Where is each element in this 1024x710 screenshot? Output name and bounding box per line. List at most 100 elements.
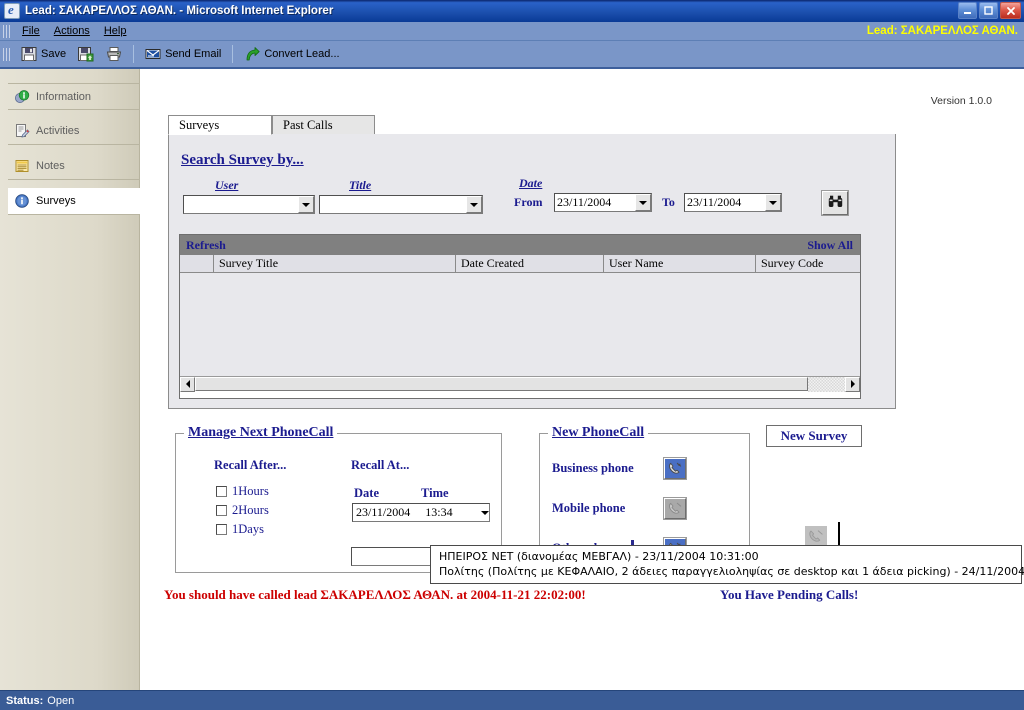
binoculars-icon <box>828 195 843 211</box>
statusbar-value: Open <box>47 694 75 707</box>
business-phone-call-button[interactable] <box>663 457 687 480</box>
save-icon <box>21 46 37 62</box>
chevron-down-icon[interactable] <box>481 511 489 515</box>
show-all-link[interactable]: Show All <box>807 238 853 253</box>
sidebar: Information Activities Notes Surveys <box>0 69 140 690</box>
grid-col-select[interactable] <box>180 255 214 272</box>
recall-at-label: Recall At... <box>351 458 410 472</box>
menu-file[interactable]: File <box>15 23 47 39</box>
sidebar-item-surveys[interactable]: Surveys <box>8 188 140 215</box>
recall-date-label: Date <box>354 486 379 500</box>
send-email-label: Send Email <box>165 48 222 60</box>
grid-col-survey-code[interactable]: Survey Code <box>756 255 860 272</box>
window-titlebar: Lead: ΣΑΚΑΡΕΛΛΟΣ ΑΘΑΝ. - Microsoft Inter… <box>0 0 1024 22</box>
menu-help[interactable]: Help <box>97 23 134 39</box>
grid-col-date-created[interactable]: Date Created <box>456 255 604 272</box>
date-from-combo[interactable] <box>554 193 652 212</box>
tab-surveys-label: Surveys <box>179 118 220 132</box>
grid-header-row: Survey Title Date Created User Name Surv… <box>180 255 860 273</box>
grid-col-survey-title[interactable]: Survey Title <box>214 255 456 272</box>
tab-past-calls[interactable]: Past Calls <box>272 115 375 135</box>
minimize-button[interactable] <box>958 2 977 19</box>
grid-body <box>180 273 860 376</box>
grid-toolbar: Refresh Show All <box>180 235 860 255</box>
grid-col-user-name[interactable]: User Name <box>604 255 756 272</box>
scroll-left-button[interactable] <box>180 376 195 392</box>
save-green-icon <box>78 46 94 62</box>
phone-icon <box>809 530 823 542</box>
statusbar: Status: Open <box>0 690 1024 710</box>
ie-icon <box>4 3 20 19</box>
surveys-icon <box>14 193 30 209</box>
date-to-input[interactable] <box>685 194 765 211</box>
checkbox-2hours-label: 2Hours <box>232 503 269 517</box>
sidebar-item-activities-label: Activities <box>36 125 80 137</box>
tab-surveys[interactable]: Surveys <box>168 115 272 135</box>
scroll-thumb[interactable] <box>195 377 808 391</box>
sidebar-item-notes-label: Notes <box>36 160 65 172</box>
date-from-input[interactable] <box>555 194 635 211</box>
chevron-down-icon[interactable] <box>466 196 482 213</box>
toolbar: Save Send Email Convert Lead... <box>0 41 1024 69</box>
menubar-grip[interactable] <box>3 24 11 38</box>
information-icon <box>14 89 30 105</box>
checkbox-2hours[interactable]: 2Hours <box>216 503 269 518</box>
save-and-new-button[interactable] <box>72 43 100 65</box>
sidebar-item-notes[interactable]: Notes <box>8 153 140 180</box>
notes-icon <box>14 158 30 174</box>
close-button[interactable] <box>1000 2 1021 19</box>
user-label: User <box>215 178 239 192</box>
toolbar-grip[interactable] <box>3 47 11 61</box>
printer-icon <box>106 46 122 62</box>
mobile-phone-label: Mobile phone <box>552 501 626 515</box>
chevron-down-icon[interactable] <box>765 194 781 211</box>
checkbox-1hours[interactable]: 1Hours <box>216 484 269 499</box>
overdue-call-message: You should have called lead ΣΑΚΑΡΕΛΛΟΣ Α… <box>164 587 586 602</box>
print-button[interactable] <box>100 43 128 65</box>
pending-calls-tooltip: ΗΠΕΙΡΟΣ ΝΕΤ (διανομέας ΜΕΒΓΑΛ) - 23/11/2… <box>430 545 1024 584</box>
activities-icon <box>14 123 30 139</box>
tooltip-line-2: Πολίτης (Πολίτης με ΚΕΦΑΛΑΙΟ, 2 άδειες π… <box>439 565 1024 578</box>
save-button[interactable]: Save <box>15 43 72 65</box>
grid-horizontal-scrollbar[interactable] <box>180 376 860 392</box>
menu-file-label: File <box>22 25 40 37</box>
sidebar-item-information[interactable]: Information <box>8 83 140 110</box>
send-email-button[interactable]: Send Email <box>139 43 227 65</box>
title-input[interactable] <box>320 196 466 213</box>
scroll-track[interactable] <box>808 376 845 392</box>
green-arrow-icon <box>244 46 260 62</box>
maximize-button[interactable] <box>979 2 998 19</box>
chevron-down-icon[interactable] <box>635 194 651 211</box>
toolbar-separator-2 <box>232 45 234 63</box>
tabstrip: Surveys Past Calls <box>168 115 896 135</box>
sidebar-item-information-label: Information <box>36 90 92 103</box>
sidebar-item-activities[interactable]: Activities <box>8 118 140 145</box>
envelope-icon <box>145 46 161 62</box>
save-label: Save <box>41 48 67 60</box>
recall-time-label: Time <box>421 486 449 500</box>
user-combo[interactable] <box>183 195 315 214</box>
menu-actions[interactable]: Actions <box>47 23 97 39</box>
search-button[interactable] <box>821 190 849 216</box>
checkbox-2hours-box[interactable] <box>216 505 227 516</box>
refresh-link[interactable]: Refresh <box>186 238 226 253</box>
application-window: Lead: ΣΑΚΑΡΕΛΛΟΣ ΑΘΑΝ. - Microsoft Inter… <box>0 0 1024 710</box>
checkbox-1days[interactable]: 1Days <box>216 522 264 537</box>
business-phone-label: Business phone <box>552 461 634 475</box>
chevron-down-icon[interactable] <box>298 196 314 213</box>
tab-past-calls-label: Past Calls <box>283 118 333 132</box>
checkbox-1days-box[interactable] <box>216 524 227 535</box>
checkbox-1hours-box[interactable] <box>216 486 227 497</box>
new-survey-button[interactable]: New Survey <box>766 425 862 447</box>
recall-after-label: Recall After... <box>214 458 287 472</box>
date-to-combo[interactable] <box>684 193 782 212</box>
new-phonecall-legend: New PhoneCall <box>548 425 649 441</box>
checkbox-1hours-label: 1Hours <box>232 484 269 498</box>
user-input[interactable] <box>184 196 298 213</box>
menu-help-label: Help <box>103 25 127 37</box>
recall-datetime-combo[interactable]: 23/11/2004 13:34 <box>352 503 490 522</box>
convert-lead-button[interactable]: Convert Lead... <box>238 43 345 65</box>
scroll-right-button[interactable] <box>845 376 860 392</box>
title-combo[interactable] <box>319 195 483 214</box>
new-survey-button-label: New Survey <box>780 428 848 443</box>
